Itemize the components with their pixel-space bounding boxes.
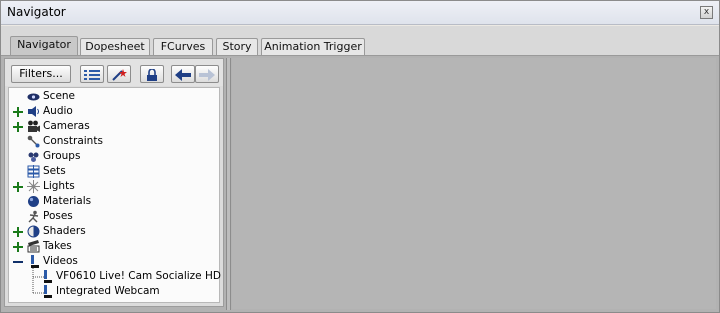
forward-button[interactable] [195,65,219,83]
group-icon [28,152,39,162]
expand-plus-icon[interactable] [13,242,23,252]
tree-item-groups[interactable]: Groups [9,149,217,164]
tree-item-constraints[interactable]: Constraints [9,134,217,149]
back-arrow-icon [175,69,191,81]
clapper-icon [27,240,40,253]
tab-navigator[interactable]: Navigator [10,36,78,55]
tree-item-poses[interactable]: Poses [9,209,217,224]
video-clip-icon [44,270,52,283]
navigator-tree[interactable]: Scene Audio Cameras Constraints Groups S… [8,87,221,303]
constraint-icon [27,135,40,148]
scene-eye-icon [27,93,40,101]
content-area: Filters... Scene Audio Cameras Constrain… [1,56,719,312]
tree-item-sets[interactable]: Sets [9,164,217,179]
tree-item-takes[interactable]: Takes [9,239,217,254]
tree-item-video-device[interactable]: VF0610 Live! Cam Socialize HD [9,269,221,284]
expand-plus-icon[interactable] [13,182,23,192]
tab-animation-trigger[interactable]: Animation Trigger [261,38,365,55]
shader-icon [27,225,40,238]
tree-item-label: Materials [43,195,92,207]
tree-item-shaders[interactable]: Shaders [9,224,217,239]
tree-item-label: Integrated Webcam [56,285,160,297]
tree-item-label: Cameras [43,120,90,132]
video-clip-icon [44,285,52,298]
tree-item-scene[interactable]: Scene [9,89,217,104]
video-icon [31,255,39,268]
forward-arrow-icon [199,69,215,81]
tab-fcurves[interactable]: FCurves [153,38,213,55]
material-sphere-icon [28,196,39,207]
list-icon [84,70,100,80]
tree-item-label: Constraints [43,135,103,147]
collapse-minus-icon[interactable] [13,257,23,267]
expand-plus-icon[interactable] [13,122,23,132]
magic-wand-icon [112,69,127,81]
light-icon [27,180,40,193]
sets-icon [27,165,40,178]
lock-button[interactable] [140,65,164,83]
speaker-icon [28,106,39,117]
tree-item-materials[interactable]: Materials [9,194,217,209]
navigator-panel: Filters... Scene Audio Cameras Constrain… [4,58,224,307]
expand-plus-icon[interactable] [13,107,23,117]
pose-icon [28,210,39,223]
tree-item-label: Lights [43,180,75,192]
title-bar[interactable]: Navigator x [1,1,719,25]
expand-plus-icon[interactable] [13,227,23,237]
wand-button[interactable] [107,65,131,83]
tree-item-lights[interactable]: Lights [9,179,217,194]
tree-item-cameras[interactable]: Cameras [9,119,217,134]
tree-item-label: Videos [43,255,78,267]
tree-item-label: Scene [43,90,76,102]
filters-button[interactable]: Filters... [11,65,71,83]
tree-item-label: Groups [43,150,81,162]
tab-bar: Navigator Dopesheet FCurves Story Animat… [1,26,719,56]
navigator-toolbar: Filters... [5,59,223,86]
tree-item-label: Sets [43,165,66,177]
tree-item-video-device[interactable]: Integrated Webcam [9,284,217,299]
tree-item-audio[interactable]: Audio [9,104,217,119]
tree-item-label: VF0610 Live! Cam Socialize HD [56,270,221,282]
navigator-window: Navigator x Navigator Dopesheet FCurves … [0,0,720,313]
close-icon[interactable]: x [700,6,713,19]
tab-story[interactable]: Story [216,38,258,55]
tree-item-label: Shaders [43,225,86,237]
camera-icon [28,120,40,132]
tree-item-label: Takes [43,240,72,252]
tree-item-label: Poses [43,210,73,222]
tree-item-videos[interactable]: Videos [9,254,217,269]
list-view-button[interactable] [80,65,104,83]
lock-icon [147,69,157,81]
tab-dopesheet[interactable]: Dopesheet [80,38,150,55]
properties-area[interactable] [232,58,716,309]
panel-splitter[interactable] [226,58,231,310]
back-button[interactable] [171,65,195,83]
window-title: Navigator [7,5,66,19]
tree-item-label: Audio [43,105,73,117]
